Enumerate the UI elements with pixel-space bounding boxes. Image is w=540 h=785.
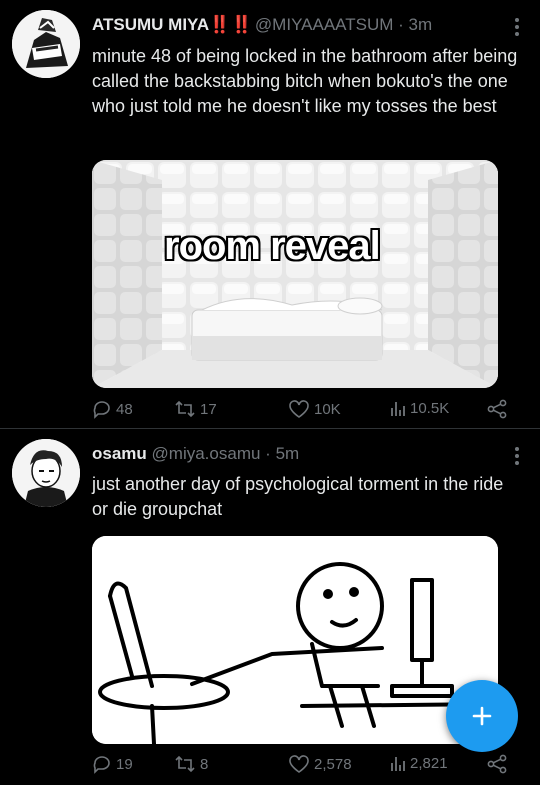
- like-button[interactable]: 10K: [288, 399, 341, 419]
- display-name[interactable]: ATSUMU MIYA: [92, 15, 209, 34]
- reply-count: 19: [116, 755, 133, 773]
- tweet-header: osamu @miya.osamu · 5m: [92, 443, 500, 465]
- share-button[interactable]: [486, 399, 508, 419]
- handle[interactable]: @miya.osamu: [152, 444, 261, 463]
- timestamp[interactable]: 3m: [409, 15, 433, 34]
- share-icon: [487, 754, 507, 774]
- share-icon: [487, 399, 507, 419]
- share-button[interactable]: [486, 754, 508, 774]
- like-button[interactable]: 2,578: [288, 754, 352, 774]
- tweet-text: minute 48 of being locked in the bathroo…: [92, 46, 518, 116]
- separator: ·: [265, 444, 271, 463]
- retweet-button[interactable]: 8: [174, 754, 208, 774]
- views-count: 2,821: [410, 754, 448, 772]
- reply-icon: [93, 401, 110, 419]
- media-caption: room reveal: [164, 224, 381, 268]
- retweet-count: 8: [200, 755, 209, 773]
- like-count: 2,578: [314, 755, 352, 773]
- retweet-icon: [175, 755, 195, 773]
- action-bar: 19 8 2,578 2,821: [92, 754, 520, 776]
- more-options-icon[interactable]: [514, 16, 520, 36]
- retweet-button[interactable]: 17: [174, 399, 217, 419]
- heart-icon: [289, 400, 309, 418]
- like-count: 10K: [314, 400, 341, 418]
- avatar[interactable]: [12, 10, 80, 78]
- views-button[interactable]: 10.5K: [390, 399, 449, 417]
- display-name[interactable]: osamu: [92, 444, 147, 463]
- tweet-image[interactable]: room reveal: [92, 160, 498, 388]
- compose-tweet-button[interactable]: [446, 680, 518, 752]
- double-exclamation-emoji: ‼️ ‼️: [209, 15, 252, 34]
- plus-icon: [472, 706, 492, 726]
- views-button[interactable]: 2,821: [390, 754, 448, 772]
- action-bar: 48 17 10K 10.5K: [92, 399, 520, 421]
- tweet-header: ATSUMU MIYA‼️ ‼️ @MIYAAAATSUM · 3m: [92, 14, 500, 36]
- avatar[interactable]: [12, 439, 80, 507]
- views-icon: [391, 402, 405, 416]
- views-icon: [391, 757, 405, 771]
- reply-button[interactable]: 48: [92, 399, 133, 419]
- more-options-icon[interactable]: [514, 445, 520, 465]
- views-count: 10.5K: [410, 399, 450, 417]
- retweet-icon: [175, 400, 195, 418]
- tweet-text: just another day of psychological tormen…: [92, 474, 504, 519]
- tweet-image[interactable]: [92, 536, 498, 744]
- separator: ·: [398, 15, 404, 34]
- reply-icon: [93, 756, 110, 774]
- handle[interactable]: @MIYAAAATSUM: [255, 15, 393, 34]
- tweet[interactable]: ATSUMU MIYA‼️ ‼️ @MIYAAAATSUM · 3m minut…: [0, 0, 540, 428]
- retweet-count: 17: [200, 400, 217, 418]
- reply-count: 48: [116, 400, 133, 418]
- heart-icon: [289, 755, 309, 773]
- reply-button[interactable]: 19: [92, 754, 133, 774]
- timestamp[interactable]: 5m: [276, 444, 300, 463]
